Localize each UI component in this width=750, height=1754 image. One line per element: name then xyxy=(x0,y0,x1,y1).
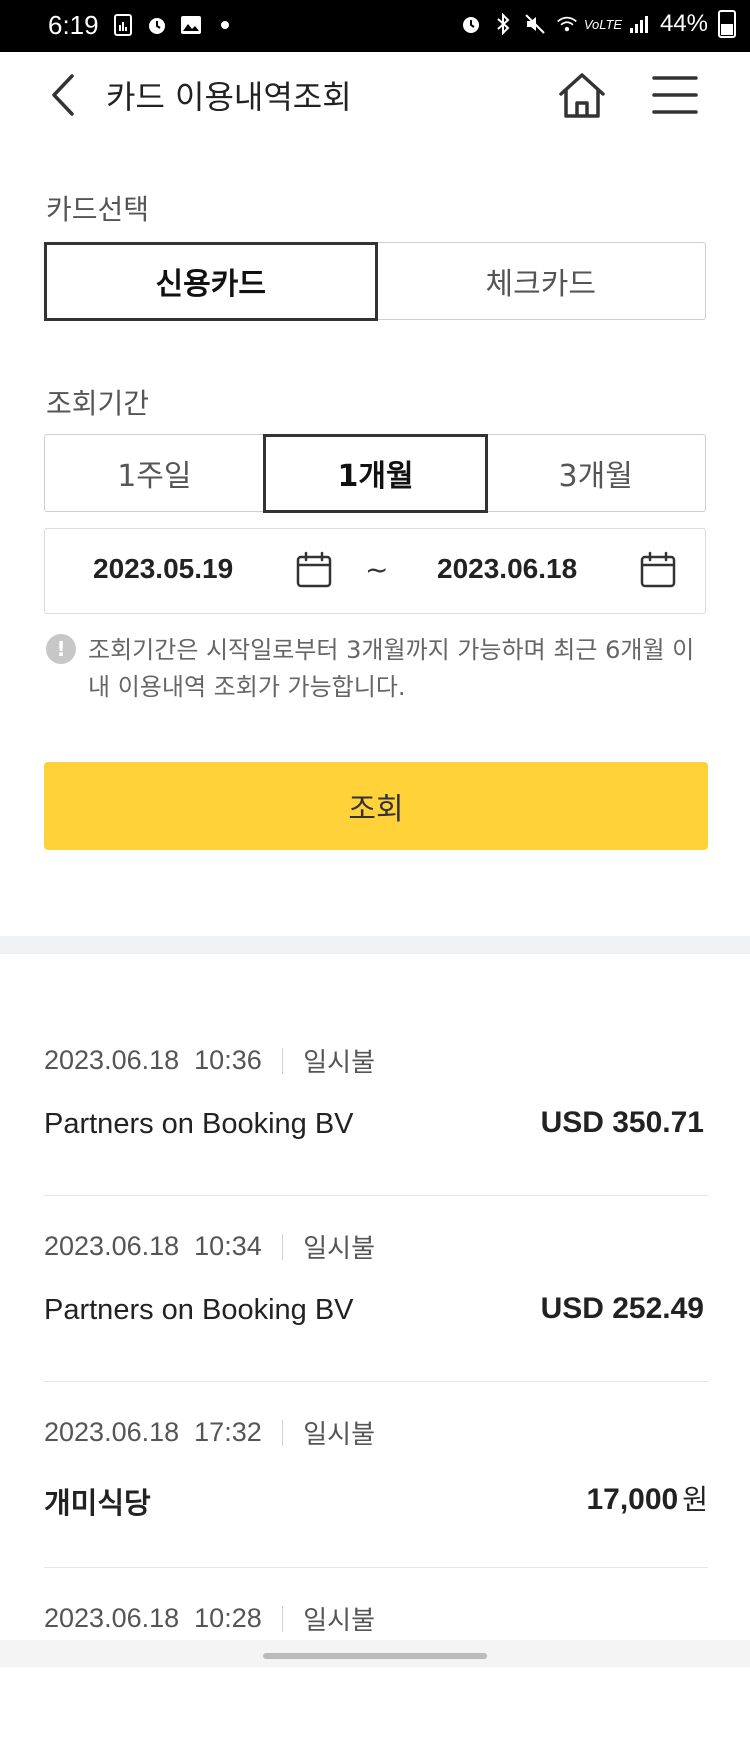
tab-credit-card[interactable]: 신용카드 xyxy=(43,241,378,321)
merchant-name: Partners on Booking BV xyxy=(44,1294,354,1326)
page-title: 카드 이용내역조회 xyxy=(106,78,352,116)
merchant-name: 개미식당 xyxy=(44,1486,151,1520)
transaction-time: 10:34 xyxy=(194,1231,262,1261)
hamburger-icon xyxy=(652,76,698,114)
transaction-meta: 2023.06.18 10:36 일시불 xyxy=(44,1042,375,1079)
section-divider xyxy=(0,936,750,954)
transaction-date: 2023.06.18 xyxy=(44,1231,180,1261)
alarm-icon xyxy=(146,14,168,36)
meta-divider xyxy=(281,1605,284,1632)
end-date-field[interactable]: 2023.06.18 xyxy=(437,553,577,585)
transaction-meta: 2023.06.18 10:34 일시불 xyxy=(44,1228,375,1265)
transaction-time: 10:28 xyxy=(194,1603,262,1633)
bluetooth-icon xyxy=(492,13,514,35)
query-button[interactable]: 조회 xyxy=(44,762,708,850)
period-selector: 1주일 1개월 3개월 xyxy=(44,433,706,513)
gallery-icon xyxy=(180,14,202,36)
period-label: 조회기간 xyxy=(46,387,150,420)
volte-icon: VoLTE xyxy=(583,16,623,32)
meta-divider xyxy=(281,1233,284,1260)
system-nav-bar xyxy=(0,1640,750,1667)
transaction-date: 2023.06.18 xyxy=(44,1045,180,1075)
merchant-name: Partners on Booking BV xyxy=(44,1108,354,1140)
info-icon: ! xyxy=(46,634,76,664)
back-button[interactable] xyxy=(44,70,84,120)
transaction-time: 10:36 xyxy=(194,1045,262,1075)
card-select-label: 카드선택 xyxy=(46,193,150,226)
menu-button[interactable] xyxy=(652,72,698,118)
transaction-amount: USD 350.71 xyxy=(540,1106,704,1139)
transaction-date: 2023.06.18 xyxy=(44,1603,180,1633)
transaction-item[interactable]: 2023.06.18 10:36 일시불 Partners on Booking… xyxy=(44,1010,708,1196)
transaction-amount: USD 252.49 xyxy=(540,1292,704,1325)
meta-divider xyxy=(281,1419,284,1446)
payment-type: 일시불 xyxy=(303,1420,375,1450)
battery-percent: 44% xyxy=(659,10,708,37)
payment-type: 일시불 xyxy=(303,1234,375,1264)
status-time: 6:19 xyxy=(48,10,99,40)
date-separator: ~ xyxy=(365,553,389,586)
alarm-icon xyxy=(460,13,482,35)
tab-check-card[interactable]: 체크카드 xyxy=(377,243,706,319)
home-button[interactable] xyxy=(556,70,608,122)
notification-icons xyxy=(112,14,236,36)
mute-icon xyxy=(524,13,546,35)
tab-period-1week[interactable]: 1주일 xyxy=(45,435,265,511)
card-type-selector: 신용카드 체크카드 xyxy=(43,241,706,321)
home-gesture-handle[interactable] xyxy=(263,1653,487,1659)
transaction-date: 2023.06.18 xyxy=(44,1417,180,1447)
transaction-meta: 2023.06.18 10:28 일시불 xyxy=(44,1600,375,1637)
payment-type: 일시불 xyxy=(303,1048,375,1078)
tab-period-1month[interactable]: 1개월 xyxy=(263,433,488,513)
app-header: 카드 이용내역조회 xyxy=(0,52,750,142)
calendar-icon[interactable] xyxy=(295,551,333,589)
chevron-left-icon xyxy=(52,74,74,116)
meta-divider xyxy=(281,1047,284,1074)
transaction-item[interactable]: 2023.06.18 10:34 일시불 Partners on Booking… xyxy=(44,1196,708,1382)
wifi-icon xyxy=(556,13,578,35)
status-bar: 6:19 VoLTE 44% xyxy=(0,0,750,52)
battery-icon xyxy=(718,10,736,38)
dot-icon xyxy=(214,14,236,36)
start-date-field[interactable]: 2023.05.19 xyxy=(93,553,233,585)
tab-period-3months[interactable]: 3개월 xyxy=(486,435,705,511)
date-range: 2023.05.19 ~ 2023.06.18 xyxy=(44,528,706,614)
signal-icon xyxy=(628,13,650,35)
system-icons: VoLTE 44% xyxy=(460,10,736,38)
transaction-amount: 17,000 원 xyxy=(586,1483,708,1516)
notice-text: 조회기간은 시작일로부터 3개월까지 가능하며 최근 6개월 이내 이용내역 조… xyxy=(88,636,695,701)
home-icon xyxy=(559,73,605,118)
stats-icon xyxy=(112,14,134,36)
calendar-icon[interactable] xyxy=(639,551,677,589)
payment-type: 일시불 xyxy=(303,1606,375,1636)
transaction-meta: 2023.06.18 17:32 일시불 xyxy=(44,1414,375,1451)
transaction-time: 17:32 xyxy=(194,1417,262,1447)
transaction-item[interactable]: 2023.06.18 17:32 일시불 개미식당 17,000 원 xyxy=(44,1382,708,1568)
